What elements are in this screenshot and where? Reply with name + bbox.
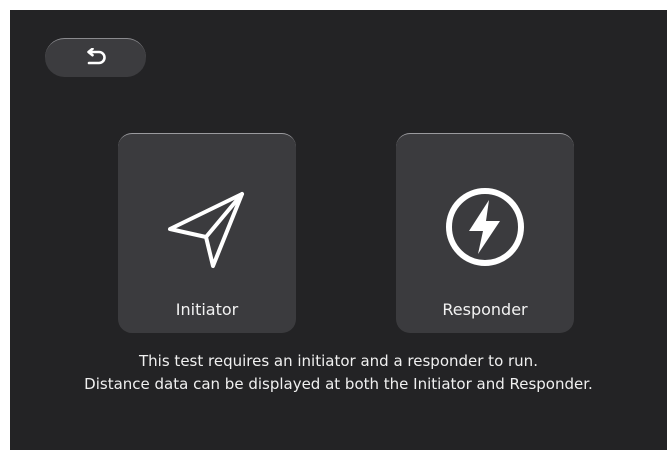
description-text: This test requires an initiator and a re… (10, 350, 667, 396)
initiator-label: Initiator (175, 300, 239, 319)
return-arrow-icon (83, 48, 109, 68)
description-line-2: Distance data can be displayed at both t… (84, 375, 593, 393)
back-button[interactable] (45, 38, 146, 77)
description-line-1: This test requires an initiator and a re… (139, 352, 538, 370)
responder-button[interactable]: Responder (396, 133, 574, 333)
responder-label: Responder (442, 300, 528, 319)
app-screen: Initiator Responder This test requires a… (10, 10, 667, 450)
paper-plane-icon (162, 182, 252, 272)
initiator-button[interactable]: Initiator (118, 133, 296, 333)
lightning-bolt-icon (440, 182, 530, 272)
